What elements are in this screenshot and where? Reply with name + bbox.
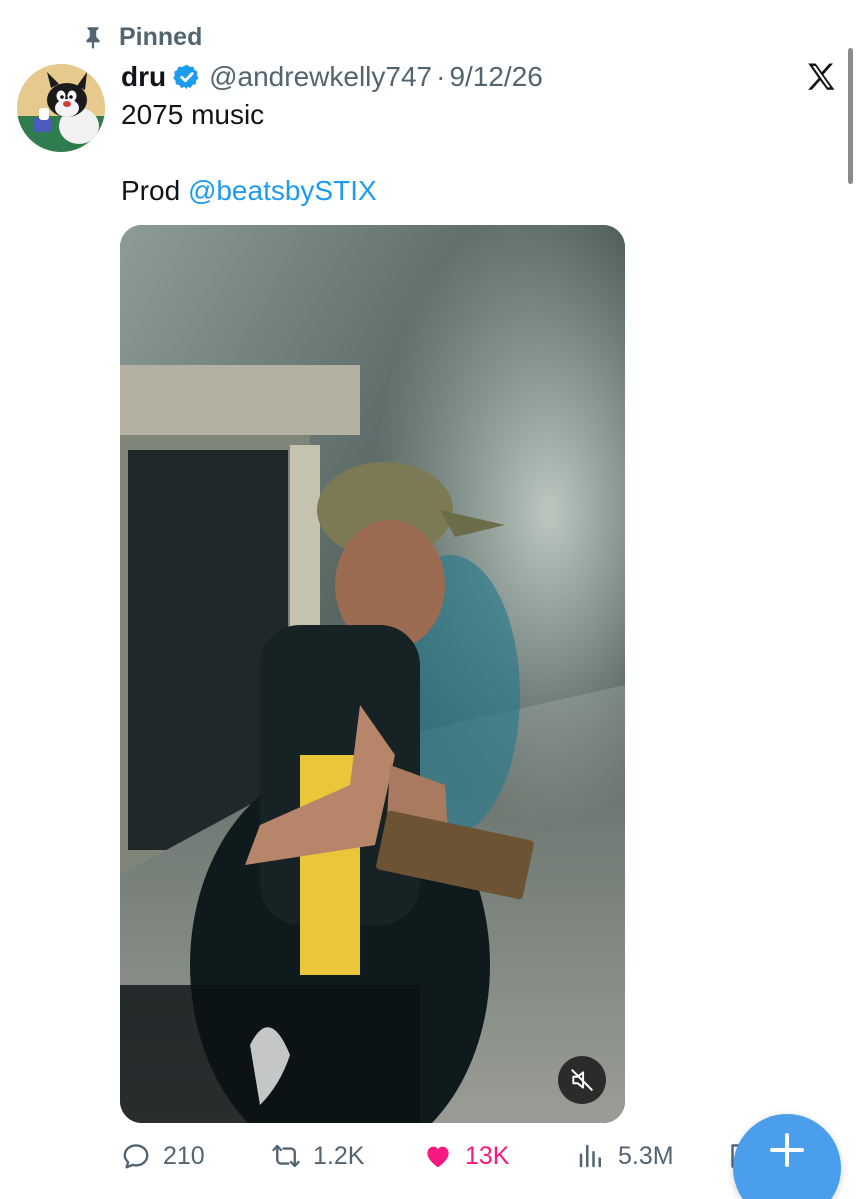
plus-icon <box>770 1133 804 1167</box>
prod-prefix: Prod <box>121 175 188 206</box>
avatar[interactable] <box>17 64 105 152</box>
mention-link[interactable]: @beatsbySTIX <box>188 175 377 206</box>
views-chart-icon <box>579 1144 601 1168</box>
pinned-label: Pinned <box>119 22 203 51</box>
tweet-action-bar: 210 1.2K 13K 5.3M <box>121 1136 761 1176</box>
tweet-text-line-1: 2075 music <box>121 99 265 130</box>
tweet-detail-screen: Pinned dru @andrewkelly747 · 9/12/26 207… <box>0 0 859 1199</box>
repost-button[interactable]: 1.2K <box>271 1136 364 1176</box>
views-count: 5.3M <box>618 1141 674 1170</box>
scrollbar[interactable] <box>848 48 853 184</box>
separator-dot: · <box>436 61 446 92</box>
tweet-text-line-2: Prod @beatsbySTIX <box>121 172 801 210</box>
reply-button[interactable]: 210 <box>121 1136 205 1176</box>
tweet-text: 2075 music Prod @beatsbySTIX <box>121 96 801 210</box>
tweet-video[interactable] <box>120 225 625 1123</box>
author-display-name[interactable]: dru <box>121 61 166 93</box>
video-thumbnail <box>120 225 625 1123</box>
pinned-indicator: Pinned <box>80 22 202 52</box>
x-logo-icon <box>808 63 835 90</box>
repost-icon <box>272 1144 300 1168</box>
reply-count: 210 <box>163 1141 205 1170</box>
muted-speaker-icon <box>571 1069 593 1091</box>
sylvester-cat-avatar <box>17 64 105 152</box>
author-handle[interactable]: @andrewkelly747 <box>209 61 432 93</box>
verified-badge-icon[interactable] <box>173 63 201 91</box>
heart-filled-icon <box>427 1146 449 1168</box>
repost-count: 1.2K <box>313 1141 365 1170</box>
tweet-date[interactable]: 9/12/26 <box>449 61 542 93</box>
compose-fab-button[interactable] <box>733 1114 841 1199</box>
tweet-header: dru @andrewkelly747 · 9/12/26 <box>121 57 543 97</box>
pin-icon <box>86 27 100 49</box>
like-count: 13K <box>465 1141 510 1170</box>
views-button[interactable]: 5.3M <box>576 1136 674 1176</box>
reply-icon <box>123 1144 149 1169</box>
like-button[interactable]: 13K <box>423 1136 509 1176</box>
mute-toggle-button[interactable] <box>558 1056 606 1104</box>
